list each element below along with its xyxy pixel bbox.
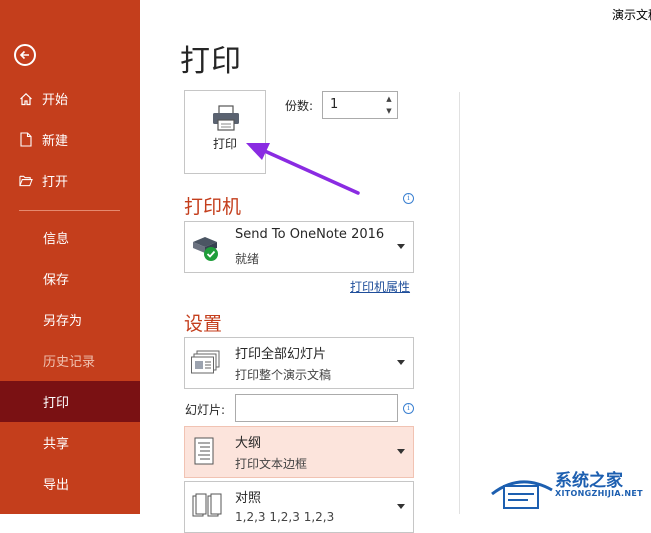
sidebar-item-history[interactable]: 历史记录 [0,340,140,381]
sidebar-item-info[interactable]: 信息 [0,217,140,258]
back-arrow-icon[interactable] [14,44,36,66]
sidebar-item-label: 共享 [43,437,70,452]
sidebar-item-label: 信息 [43,232,70,247]
dropdown-arrow-icon [397,504,405,509]
printer-status: 就绪 [235,252,260,266]
info-icon[interactable]: i [403,193,414,204]
dropdown-arrow-icon [397,449,405,454]
slides-label: 幻灯片: [185,403,226,417]
collation-main: 对照 [235,491,262,506]
printer-section-title: 打印机 [184,196,242,218]
sidebar-item-print[interactable]: 打印 [0,381,140,422]
collated-pages-icon [192,493,222,517]
slides-stack-icon [191,350,220,374]
sidebar-item-label: 另存为 [43,314,83,329]
sidebar-item-export[interactable]: 导出 [0,463,140,504]
outline-page-icon [194,437,214,465]
print-layout-main: 大纲 [235,436,262,451]
copies-value: 1 [330,97,339,112]
home-icon [19,91,33,107]
watermark-subtitle: XITONGZHIJIA.NET [555,489,643,498]
sidebar-item-save[interactable]: 保存 [0,258,140,299]
printer-name: Send To OneNote 2016 [235,227,385,242]
slides-range-dropdown[interactable]: 打印全部幻灯片 打印整个演示文稿 [184,337,414,389]
copies-label: 份数: [285,99,314,113]
sidebar-item-save-as[interactable]: 另存为 [0,299,140,340]
slides-input[interactable] [235,394,398,422]
sidebar-item-label: 保存 [43,273,70,288]
preview-divider [459,92,460,514]
sidebar-divider [19,210,120,211]
printer-ready-icon [193,237,218,261]
collation-sub: 1,2,3 1,2,3 1,2,3 [235,510,335,524]
page-title: 打印 [180,44,242,79]
watermark-title: 系统之家 [555,471,623,491]
annotation-arrow-icon [246,143,360,195]
info-icon[interactable]: i [403,403,414,414]
folder-open-icon [19,173,33,189]
sidebar-item-label: 新建 [42,134,69,149]
backstage-sidebar: 开始 新建 打开 信息 保存 另存为 历史记录 打印 共享 导出 [0,0,140,514]
slides-range-main: 打印全部幻灯片 [235,347,327,362]
printer-icon [213,105,239,131]
spin-up-icon[interactable]: ▲ [385,95,393,103]
sidebar-item-label: 导出 [43,478,70,493]
dropdown-arrow-icon [397,244,405,249]
copies-stepper[interactable]: 1 ▲ ▼ [322,91,398,119]
sidebar-item-home[interactable]: 开始 [0,78,140,119]
new-document-icon [19,132,33,148]
sidebar-item-label: 历史记录 [43,355,96,370]
collation-dropdown[interactable]: 对照 1,2,3 1,2,3 1,2,3 [184,481,414,533]
sidebar-item-label: 打开 [42,175,69,190]
printer-dropdown[interactable]: Send To OneNote 2016 就绪 [184,221,414,273]
settings-section-title: 设置 [184,313,223,335]
printer-properties-link[interactable]: 打印机属性 [350,278,410,295]
slides-range-sub: 打印整个演示文稿 [235,368,332,382]
sidebar-item-open[interactable]: 打开 [0,160,140,201]
sidebar-item-share[interactable]: 共享 [0,422,140,463]
window-title: 演示文稿 [612,8,651,22]
dropdown-arrow-icon [397,360,405,365]
print-layout-sub: 打印文本边框 [235,457,308,471]
sidebar-item-label: 开始 [42,93,69,108]
print-layout-dropdown[interactable]: 大纲 打印文本边框 [184,426,414,478]
spin-down-icon[interactable]: ▼ [385,107,393,115]
sidebar-item-label: 打印 [43,396,70,411]
sidebar-item-new[interactable]: 新建 [0,119,140,160]
